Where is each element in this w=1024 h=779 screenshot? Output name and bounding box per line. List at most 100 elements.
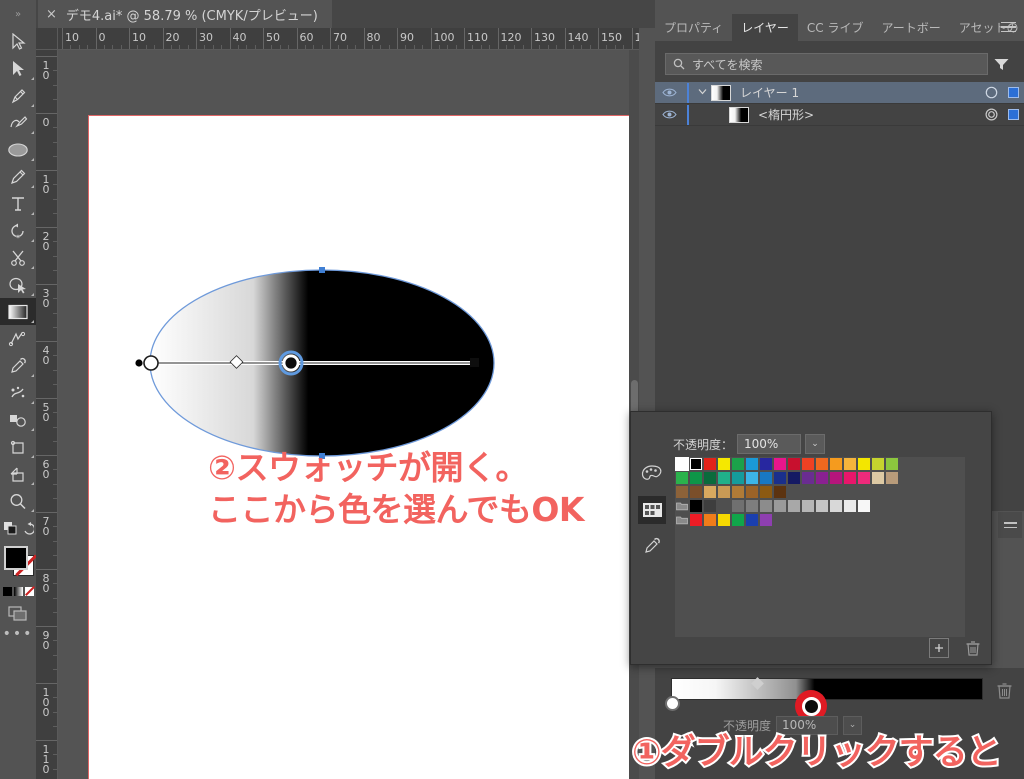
direct-selection-tool[interactable]: [0, 55, 36, 82]
swatch-3-8[interactable]: [787, 499, 801, 513]
filter-icon[interactable]: [988, 58, 1014, 71]
swatch-2-1[interactable]: [689, 485, 703, 499]
swatch-0-13[interactable]: [857, 457, 871, 471]
swatch-1-13[interactable]: [857, 471, 871, 485]
swatch-0-10[interactable]: [815, 457, 829, 471]
panel-tab-strip[interactable]: プロパティ レイヤー CC ライブ アートボー アセットの: [655, 14, 1019, 41]
swatch-4-5[interactable]: [745, 513, 759, 527]
gradient-stop-start[interactable]: [665, 696, 680, 711]
swatch-3-2[interactable]: [703, 499, 717, 513]
fill-stroke-swap-row[interactable]: [0, 514, 36, 541]
document-tab[interactable]: × デモ4.ai* @ 58.79 % (CMYK/プレビュー): [38, 0, 332, 28]
swatch-2-3[interactable]: [717, 485, 731, 499]
visibility-eye-icon[interactable]: [655, 109, 683, 120]
swatch-0-2[interactable]: [703, 457, 717, 471]
swatch-3-3[interactable]: [717, 499, 731, 513]
panel-menu-icon[interactable]: [998, 18, 1018, 36]
swatch-2-5[interactable]: [745, 485, 759, 499]
ruler-corner[interactable]: [36, 28, 58, 50]
swatch-1-14[interactable]: [871, 471, 885, 485]
curvature-tool[interactable]: [0, 109, 36, 136]
swatch-group-folder-icon[interactable]: [675, 513, 689, 527]
swatch-0-11[interactable]: [829, 457, 843, 471]
selection-indicator[interactable]: [1002, 109, 1024, 120]
swatch-0-15[interactable]: [885, 457, 899, 471]
swatches-opacity-value[interactable]: 100%: [737, 434, 802, 454]
swatch-1-1[interactable]: [689, 471, 703, 485]
scissors-tool[interactable]: [0, 244, 36, 271]
swatch-3-1[interactable]: [689, 499, 703, 513]
horizontal-ruler[interactable]: 1001020304050607080901001101201301401501…: [58, 28, 639, 50]
swatch-grid[interactable]: [675, 457, 965, 637]
swatch-1-0[interactable]: [675, 471, 689, 485]
swatch-4-6[interactable]: [759, 513, 773, 527]
target-circle-icon[interactable]: [980, 108, 1002, 121]
swatch-3-10[interactable]: [815, 499, 829, 513]
delete-gradient-stop-icon[interactable]: [997, 682, 1012, 703]
visibility-eye-icon[interactable]: [655, 87, 683, 98]
chevron-down-icon[interactable]: [693, 88, 711, 98]
swatch-2-6[interactable]: [759, 485, 773, 499]
pen-tool[interactable]: [0, 82, 36, 109]
swatch-1-6[interactable]: [759, 471, 773, 485]
ellipse-tool[interactable]: [0, 136, 36, 163]
new-swatch-button[interactable]: [929, 638, 949, 658]
swatch-0-6[interactable]: [759, 457, 773, 471]
panel-tab-2[interactable]: CC ライブ: [798, 14, 873, 41]
panel-tab-1[interactable]: レイヤー: [732, 14, 798, 41]
swatch-0-12[interactable]: [843, 457, 857, 471]
swatch-3-4[interactable]: [731, 499, 745, 513]
selection-indicator[interactable]: [1002, 87, 1024, 98]
gradient-midpoint-handle[interactable]: [751, 677, 764, 690]
swatch-0-8[interactable]: [787, 457, 801, 471]
type-tool[interactable]: [0, 190, 36, 217]
swatch-1-7[interactable]: [773, 471, 787, 485]
swatch-0-5[interactable]: [745, 457, 759, 471]
swatch-2-7[interactable]: [773, 485, 787, 499]
layer-row-0[interactable]: レイヤー 1: [655, 82, 1024, 104]
eyedropper-icon[interactable]: [631, 528, 673, 564]
close-icon[interactable]: ×: [46, 7, 57, 22]
swatch-4-3[interactable]: [717, 513, 731, 527]
shaper-tool[interactable]: [0, 271, 36, 298]
swatch-0-1[interactable]: [689, 457, 703, 471]
target-circle-icon[interactable]: [980, 86, 1002, 99]
search-input[interactable]: すべてを検索: [665, 53, 988, 75]
swatch-0-14[interactable]: [871, 457, 885, 471]
color-panel-icon[interactable]: [631, 456, 673, 492]
swatch-0-9[interactable]: [801, 457, 815, 471]
edge-panel-menu-icon[interactable]: [998, 512, 1022, 538]
toolbar-drag-handle[interactable]: »: [0, 0, 36, 28]
swatch-2-2[interactable]: [703, 485, 717, 499]
color-mode-solid-icon[interactable]: [2, 586, 12, 596]
swatch-1-4[interactable]: [731, 471, 745, 485]
eyedropper-tool[interactable]: [0, 352, 36, 379]
color-mode-gradient-icon[interactable]: [13, 586, 23, 596]
shape-builder-tool[interactable]: [0, 406, 36, 433]
swatch-3-11[interactable]: [829, 499, 843, 513]
color-mode-buttons[interactable]: [0, 583, 36, 599]
swatch-4-2[interactable]: [703, 513, 717, 527]
swatch-1-12[interactable]: [843, 471, 857, 485]
swatch-1-15[interactable]: [885, 471, 899, 485]
swatch-4-4[interactable]: [731, 513, 745, 527]
free-transform-tool[interactable]: [0, 433, 36, 460]
artboard-tool[interactable]: [0, 460, 36, 487]
swatch-2-4[interactable]: [731, 485, 745, 499]
vertical-ruler[interactable]: 1 0 0 1 0 2 0 3 0 4 0 5 0 6 0 7 0 8 0 9 0 1 0 0 1 1 …: [36, 50, 58, 779]
symbol-sprayer-tool[interactable]: [0, 379, 36, 406]
gradient-slider[interactable]: [671, 677, 983, 700]
swatch-4-1[interactable]: [689, 513, 703, 527]
swatch-3-13[interactable]: [857, 499, 871, 513]
swatch-1-5[interactable]: [745, 471, 759, 485]
swatch-0-4[interactable]: [731, 457, 745, 471]
canvas-area[interactable]: [58, 50, 639, 779]
zoom-tool[interactable]: [0, 487, 36, 514]
pencil-tool[interactable]: [0, 163, 36, 190]
swatch-1-9[interactable]: [801, 471, 815, 485]
swatch-1-11[interactable]: [829, 471, 843, 485]
swatch-3-12[interactable]: [843, 499, 857, 513]
swatch-3-6[interactable]: [759, 499, 773, 513]
swatch-1-8[interactable]: [787, 471, 801, 485]
swatch-1-10[interactable]: [815, 471, 829, 485]
